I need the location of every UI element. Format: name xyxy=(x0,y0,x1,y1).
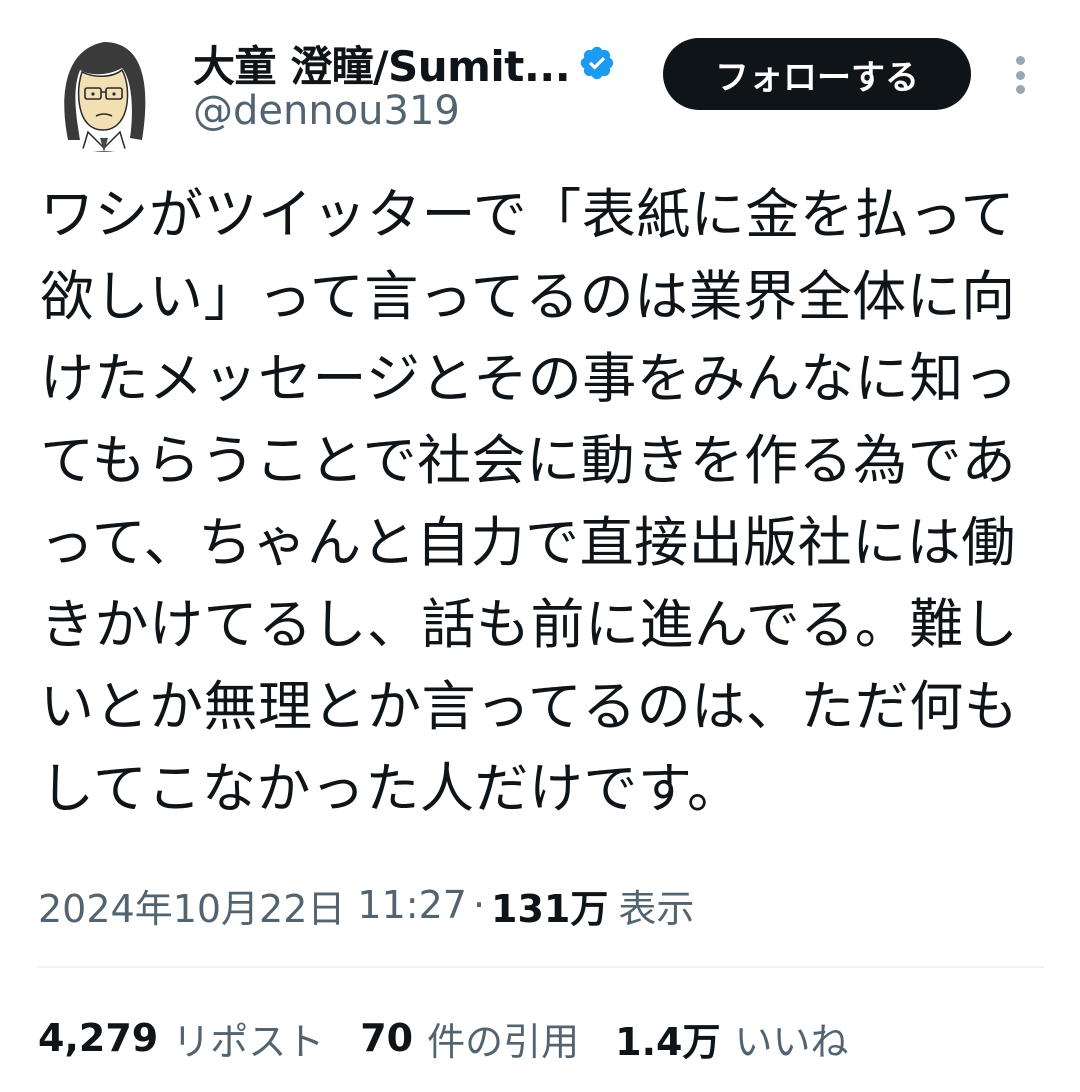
more-dot xyxy=(1015,70,1025,80)
tweet-text: ワシがツイッターで「表紙に金を払って 欲しい」って言ってるのは業界全体に向 けた… xyxy=(40,174,1040,830)
reposts-count: 4,279 xyxy=(38,1016,159,1060)
quotes-label: 件の引用 xyxy=(427,1019,580,1064)
reposts-stat[interactable]: 4,279 リポスト xyxy=(38,1011,324,1066)
tweet-text-line: きかけてるし、話も前に進んでる。難し xyxy=(40,593,1019,656)
avatar-illustration-icon xyxy=(38,20,170,152)
verified-badge-icon xyxy=(580,46,614,80)
likes-label: いいね xyxy=(734,1019,849,1064)
tweet-text-line: ワシがツイッターで「表紙に金を払って xyxy=(40,183,1016,246)
quotes-count: 70 xyxy=(360,1016,414,1060)
tweet-text-line: いとか無理とか言ってるのは、ただ何も xyxy=(40,675,1019,738)
likes-count: 1.4万 xyxy=(615,1019,721,1064)
tweet-text-line: って、ちゃんと自力で直接出版社には働 xyxy=(40,511,1016,574)
quotes-stat[interactable]: 70 件の引用 xyxy=(360,1011,579,1066)
tweet-time[interactable]: 11:27 xyxy=(357,883,467,927)
views-label: 表示 xyxy=(618,886,695,931)
tweet-text-line: てもらうことで社会に動きを作る為であ xyxy=(40,429,1017,492)
tweet-text-line: 欲しい」って言ってるのは業界全体に向 xyxy=(40,265,1016,328)
avatar[interactable] xyxy=(38,20,170,152)
meta-separator: · xyxy=(472,883,486,927)
tweet-detail: 大童 澄瞳/Sumit... @dennou319 フォローする ワシがツイッタ… xyxy=(0,0,1080,1092)
more-dot xyxy=(1015,56,1025,65)
author-handle[interactable]: @dennou319 xyxy=(193,88,460,134)
engagement-stats: 4,279 リポスト 70 件の引用 1.4万 いいね xyxy=(38,1010,884,1066)
more-vertical-icon[interactable] xyxy=(1004,52,1036,98)
more-dot xyxy=(1015,85,1025,94)
divider xyxy=(38,966,1044,968)
follow-button[interactable]: フォローする xyxy=(663,38,971,110)
tweet-text-line: してこなかった人だけです。 xyxy=(40,757,742,820)
tweet-date[interactable]: 2024年10月22日 xyxy=(38,878,345,933)
author-display-name[interactable]: 大童 澄瞳/Sumit... xyxy=(193,33,571,94)
author-name-row[interactable]: 大童 澄瞳/Sumit... xyxy=(193,36,616,91)
reposts-label: リポスト xyxy=(172,1019,325,1064)
tweet-meta: 2024年10月22日 11:27 · 131万 表示 xyxy=(38,878,694,932)
likes-stat[interactable]: 1.4万 いいね xyxy=(615,1011,848,1066)
views-count: 131万 xyxy=(491,886,609,931)
tweet-text-line: けたメッセージとその事をみんなに知っ xyxy=(40,347,1019,410)
